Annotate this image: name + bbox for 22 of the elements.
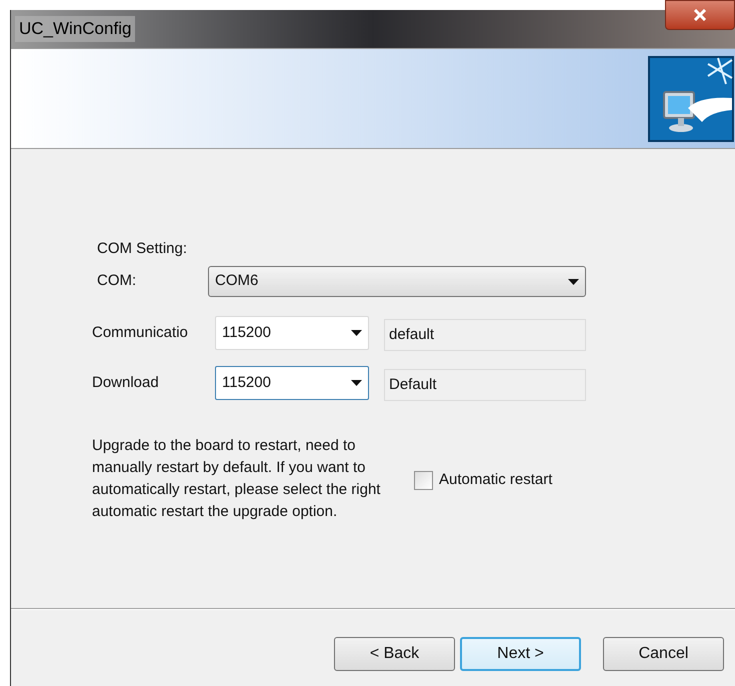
window-title: UC_WinConfig [15, 16, 136, 42]
field-label: Download [92, 372, 160, 393]
baud-rate-dropdown[interactable]: 115200 [215, 316, 369, 350]
section-label: COM Setting: [97, 239, 188, 259]
field-label: COM: [97, 271, 138, 292]
wizard-button[interactable]: Cancel [603, 637, 724, 671]
field-label: Communicatio [92, 322, 189, 343]
com-dropdown[interactable]: COM6 [208, 266, 586, 297]
readonly-field: default [384, 319, 586, 351]
baud-rate-dropdown[interactable]: 115200 [215, 366, 369, 400]
dropdown-arrow-icon [568, 278, 579, 284]
dropdown-arrow-icon [351, 330, 362, 336]
checkbox-label[interactable]: Automatic restart [439, 468, 552, 492]
description-text: Upgrade to the board to restart, need to manually restart by default. If you want to automatically restart, please select the right automatic restart the upgrade option. [92, 436, 382, 522]
monitor-icon [648, 56, 734, 142]
dropdown-arrow-icon [351, 380, 362, 386]
close-icon [693, 9, 707, 21]
close-button[interactable] [665, 0, 735, 30]
wizard-button[interactable]: Next > [460, 637, 581, 671]
checkbox[interactable] [414, 470, 433, 490]
readonly-field: Default [384, 369, 586, 401]
wizard-button[interactable]: < Back [334, 637, 455, 671]
